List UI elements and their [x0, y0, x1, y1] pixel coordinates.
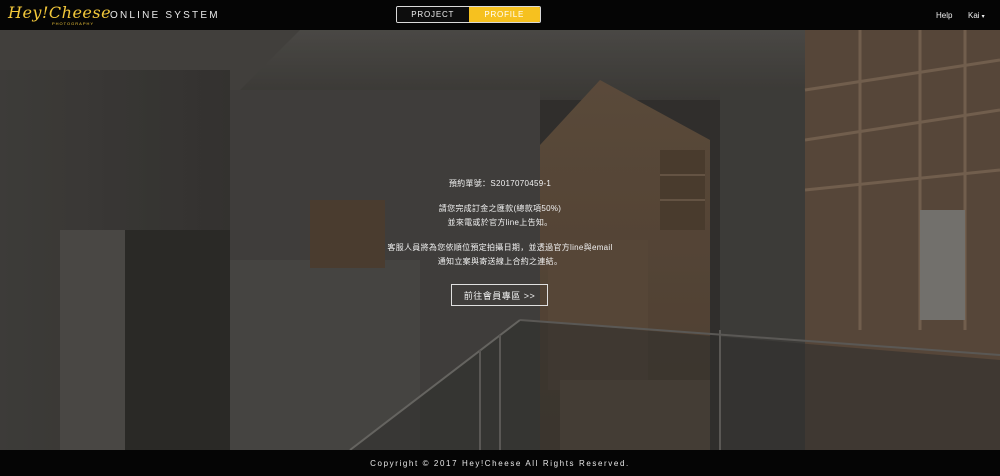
deposit-instruction-line-2: 並來電或於官方line上告知。	[447, 218, 553, 227]
user-name: Kai	[968, 11, 980, 20]
logo-text: Hey!Cheese	[8, 3, 112, 22]
tab-project[interactable]: PROJECT	[397, 7, 469, 22]
brand-logo[interactable]: Hey!Cheese PHOTOGRAPHY	[8, 3, 111, 27]
help-link[interactable]: Help	[936, 11, 952, 20]
system-title: ONLINE SYSTEM	[110, 10, 220, 21]
copyright-text: Copyright © 2017 Hey!Cheese All Rights R…	[370, 458, 630, 468]
tab-profile[interactable]: PROFILE	[468, 7, 540, 22]
top-navigation-bar: Hey!Cheese PHOTOGRAPHY ONLINE SYSTEM PRO…	[0, 0, 1000, 30]
service-notice-line-1: 客服人員將為您依順位預定拍攝日期，並透過官方line與email	[387, 243, 613, 252]
hero-section: 預約單號：S2017070459-1 請您完成訂金之匯款(總款項50%) 並來電…	[0, 30, 1000, 450]
footer: Copyright © 2017 Hey!Cheese All Rights R…	[0, 450, 1000, 476]
deposit-instruction-line-1: 請您完成訂金之匯款(總款項50%)	[438, 204, 562, 213]
logo-subtext: PHOTOGRAPHY	[52, 21, 95, 26]
section-tabs: PROJECT PROFILE	[396, 6, 541, 23]
order-number-text: 預約單號：S2017070459-1	[448, 179, 552, 188]
service-notice-line-2: 通知立案與寄送線上合約之連結。	[437, 257, 563, 266]
go-to-member-area-button[interactable]: 前往會員專區 >>	[451, 284, 548, 306]
caret-down-icon: ▾	[981, 14, 985, 20]
user-menu[interactable]: Kai ▾	[968, 11, 985, 20]
dark-overlay	[0, 30, 1000, 450]
